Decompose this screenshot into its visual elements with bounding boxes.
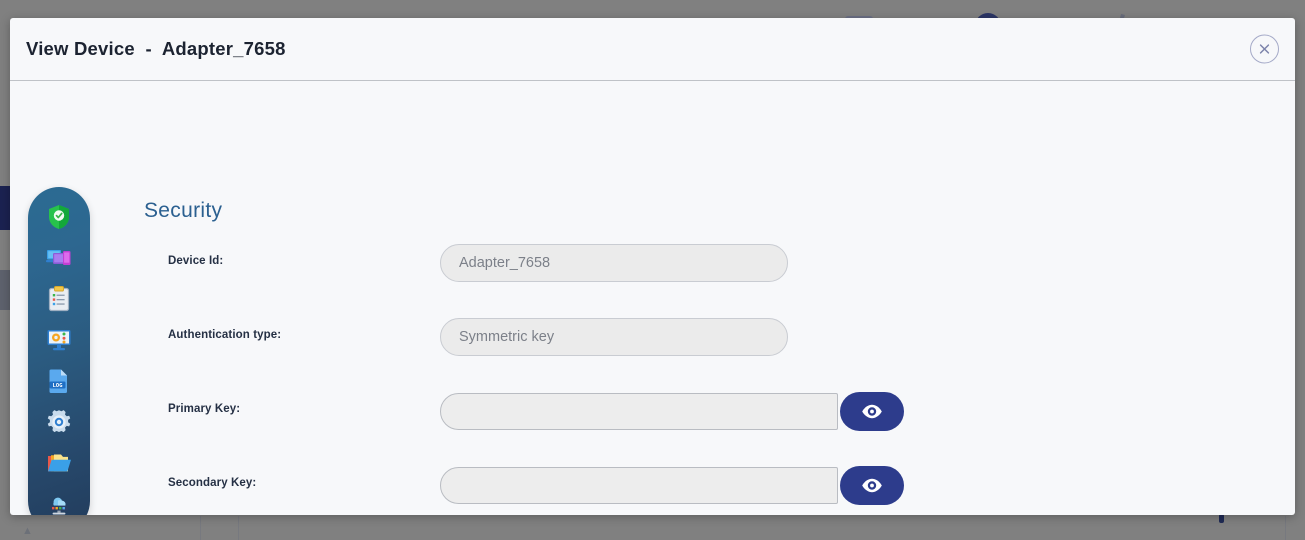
close-x-icon bbox=[1259, 44, 1270, 54]
log-file-icon: LOG bbox=[49, 369, 67, 393]
primary-key-reveal-button[interactable] bbox=[840, 392, 904, 431]
security-form: Device Id: Authentication type: Primary … bbox=[144, 238, 944, 515]
sidebar-item-security[interactable] bbox=[45, 203, 73, 231]
sidebar-item-logs[interactable]: LOG bbox=[45, 367, 73, 395]
devices-icon bbox=[46, 250, 71, 265]
background-divider bbox=[200, 516, 201, 540]
sidebar-item-configuration[interactable] bbox=[45, 326, 73, 354]
form-row-secondary-key: Secondary Key: bbox=[144, 460, 944, 515]
background-status-dot bbox=[1219, 514, 1224, 523]
section-heading: Security bbox=[144, 199, 223, 222]
view-device-modal: View Device - Adapter_7658 LOG Security … bbox=[10, 18, 1295, 515]
secondary-key-input[interactable] bbox=[440, 467, 838, 504]
field-wrapper bbox=[440, 466, 904, 505]
field-label: Device Id: bbox=[168, 255, 224, 267]
eye-icon bbox=[862, 404, 882, 419]
field-label: Secondary Key: bbox=[168, 477, 257, 489]
clipboard-icon bbox=[48, 286, 70, 312]
background-divider bbox=[1285, 516, 1286, 540]
field-wrapper bbox=[440, 244, 788, 282]
form-row-auth-type: Authentication type: bbox=[144, 312, 944, 386]
background-glyph: ▲ bbox=[22, 525, 33, 537]
page-title: View Device - Adapter_7658 bbox=[26, 38, 286, 59]
security-shield-icon bbox=[49, 205, 69, 229]
secondary-key-reveal-button[interactable] bbox=[840, 466, 904, 505]
folders-icon bbox=[48, 454, 71, 472]
modal-header: View Device - Adapter_7658 bbox=[10, 18, 1295, 81]
form-row-device-id: Device Id: bbox=[144, 238, 944, 312]
authentication-type-input[interactable] bbox=[440, 318, 788, 356]
device-id-input[interactable] bbox=[440, 244, 788, 282]
sidebar-item-files[interactable] bbox=[45, 449, 73, 477]
primary-key-input[interactable] bbox=[440, 393, 838, 430]
field-wrapper bbox=[440, 392, 904, 431]
monitor-settings-icon bbox=[47, 330, 71, 351]
icon-rail-sidebar: LOG bbox=[28, 187, 90, 515]
sidebar-item-properties[interactable] bbox=[45, 285, 73, 313]
modal-body: LOG Security Device Id: Adapter_7658 Aut… bbox=[10, 81, 1295, 515]
close-icon[interactable] bbox=[1250, 34, 1279, 64]
form-row-primary-key: Primary Key: bbox=[144, 386, 944, 460]
gear-icon bbox=[47, 410, 71, 433]
sidebar-item-cloud[interactable] bbox=[45, 490, 73, 515]
sidebar-item-settings[interactable] bbox=[45, 408, 73, 436]
field-wrapper bbox=[440, 318, 788, 356]
field-label: Primary Key: bbox=[168, 403, 241, 415]
eye-icon bbox=[862, 478, 882, 493]
field-label: Authentication type: bbox=[168, 329, 282, 341]
svg-text:LOG: LOG bbox=[52, 383, 63, 389]
cloud-monitor-icon bbox=[50, 497, 68, 515]
sidebar-item-devices[interactable] bbox=[45, 244, 73, 272]
background-divider bbox=[238, 516, 239, 540]
